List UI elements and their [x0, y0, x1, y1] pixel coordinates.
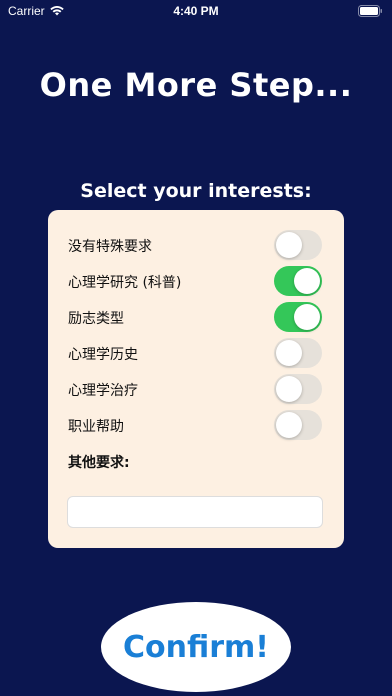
- toggle-knob: [276, 232, 302, 258]
- interest-label: 励志类型: [68, 311, 124, 327]
- interest-toggle[interactable]: [274, 266, 322, 296]
- interest-toggle[interactable]: [274, 410, 322, 440]
- other-requirements-label: 其他要求:: [68, 455, 130, 471]
- interest-row: 心理学研究 (科普): [68, 266, 324, 296]
- interests-heading: Select your interests:: [80, 180, 312, 202]
- interest-toggle[interactable]: [274, 374, 322, 404]
- interest-row: 心理学历史: [68, 338, 324, 368]
- interest-label: 职业帮助: [68, 419, 124, 435]
- interest-label: 心理学历史: [68, 347, 138, 363]
- status-time: 4:40 PM: [173, 4, 219, 18]
- interest-row: 心理学治疗: [68, 374, 324, 404]
- confirm-button[interactable]: Confirm!: [101, 602, 291, 692]
- interest-row: 职业帮助: [68, 410, 324, 440]
- interest-label: 心理学治疗: [68, 383, 138, 399]
- interest-toggle[interactable]: [274, 338, 322, 368]
- toggle-knob: [294, 304, 320, 330]
- status-bar: Carrier 4:40 PM: [0, 0, 392, 22]
- page-title: One More Step...: [39, 66, 353, 104]
- toggle-knob: [276, 376, 302, 402]
- interests-panel: 没有特殊要求 心理学研究 (科普) 励志类型 心理学历史 心理学治疗 职业帮助 …: [48, 210, 344, 548]
- toggle-knob: [276, 340, 302, 366]
- interest-label: 没有特殊要求: [68, 239, 152, 255]
- interest-label: 心理学研究 (科普): [68, 275, 182, 291]
- interest-toggle[interactable]: [274, 230, 322, 260]
- interest-row: 励志类型: [68, 302, 324, 332]
- toggle-knob: [294, 268, 320, 294]
- battery-icon: [358, 5, 382, 17]
- toggle-knob: [276, 412, 302, 438]
- other-requirements-input[interactable]: [67, 496, 323, 528]
- interest-row: 没有特殊要求: [68, 230, 324, 260]
- interest-toggle[interactable]: [274, 302, 322, 332]
